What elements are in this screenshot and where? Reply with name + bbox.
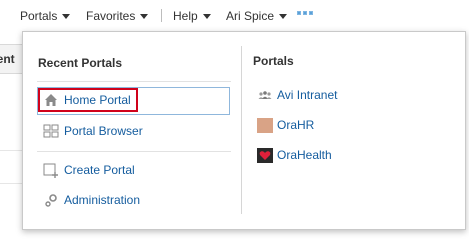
background-tab-label: ment [0,52,15,66]
home-portal-label: Home Portal [64,93,131,107]
app-grid-icon[interactable] [297,11,317,17]
chevron-down-icon [140,14,149,19]
portal-browser-icon [43,124,59,138]
home-icon [45,94,57,106]
avi-intranet-label: Avi Intranet [277,88,338,102]
create-portal-icon [43,163,58,178]
people-group-icon [258,91,272,99]
portals-heading: Portals [253,54,294,68]
home-portal-link[interactable]: Home Portal [37,87,230,115]
menu-separator [161,9,162,22]
user-menu-label: Ari Spice [226,9,275,23]
orahealth-heart-icon [257,148,273,163]
background-tab: ment [0,44,22,74]
portals-dropdown-panel: Recent Portals Home Portal Portal Browse… [22,31,466,230]
recent-portals-heading: Recent Portals [38,56,123,70]
orahealth-label: OraHealth [277,148,332,162]
column-divider [241,46,242,214]
background-divider [0,183,22,184]
create-portal-label: Create Portal [64,163,135,177]
administration-label: Administration [64,193,141,207]
chevron-down-icon [279,14,288,19]
help-menu-label: Help [173,9,198,23]
top-menubar: Portals Favorites Help Ari Spice [0,0,469,30]
help-menu[interactable]: Help [173,8,211,24]
portals-menu[interactable]: Portals [20,8,71,24]
chevron-down-icon [202,14,211,19]
favorites-menu-label: Favorites [86,9,136,23]
favorites-menu[interactable]: Favorites [86,8,149,24]
portal-browser-label: Portal Browser [64,124,143,138]
portals-menu-label: Portals [20,9,58,23]
orahr-thumbnail-icon [257,118,273,133]
administration-gear-icon [45,194,57,207]
user-menu[interactable]: Ari Spice [226,8,288,24]
section-divider [37,81,231,82]
background-divider [0,150,22,151]
chevron-down-icon [62,14,71,19]
orahr-label: OraHR [277,118,315,132]
page: Portals Favorites Help Ari Spice ment Re… [0,0,469,240]
section-divider [37,151,231,152]
